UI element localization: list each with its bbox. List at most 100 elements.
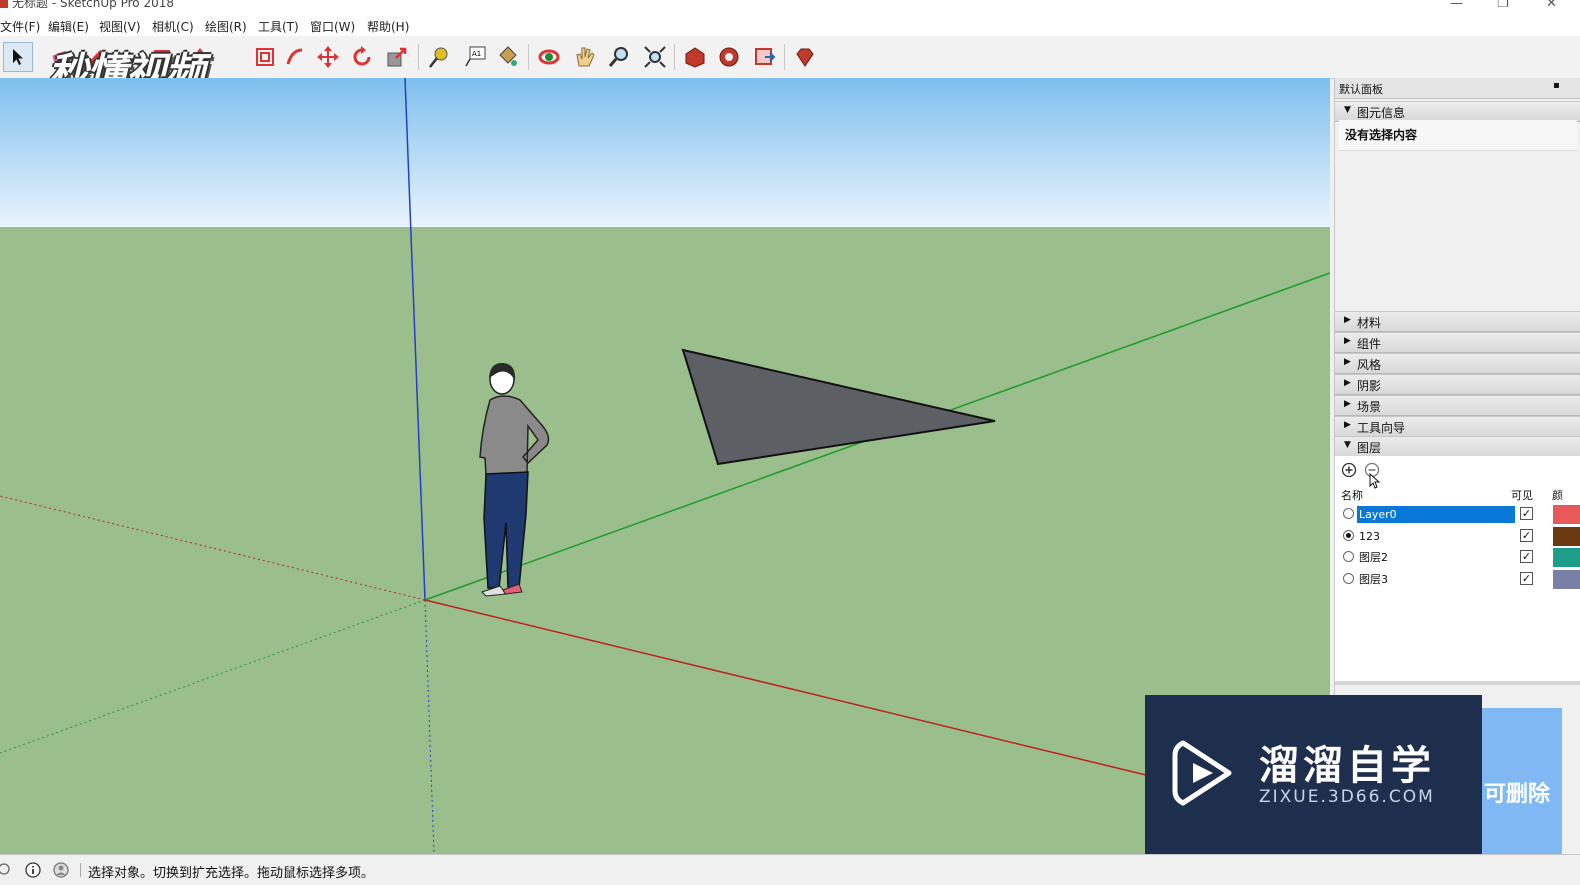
section-components[interactable]: ▶ 组件 <box>1335 332 1580 353</box>
zoom-tool-button[interactable] <box>604 42 634 72</box>
section-materials[interactable]: ▶ 材料 <box>1335 311 1580 332</box>
tray-title: 默认面板 <box>1339 83 1383 96</box>
menu-draw[interactable]: 绘图(R) <box>205 18 247 35</box>
layer-row[interactable]: 图层3 ✓ <box>1335 569 1580 590</box>
layer-name[interactable]: Layer0 <box>1357 506 1515 523</box>
status-separator <box>80 863 81 877</box>
credits-info-icon[interactable] <box>25 861 43 879</box>
zoom-extents-tool-button[interactable] <box>640 42 670 72</box>
status-message: 选择对象。切换到扩充选择。拖动鼠标选择多项。 <box>88 866 375 881</box>
expand-triangle-icon: ▶ <box>1344 399 1351 409</box>
sketchup-app-icon <box>0 0 8 8</box>
rotate-tool-button[interactable] <box>347 42 377 72</box>
orbit-tool-button[interactable] <box>534 42 564 72</box>
active-layer-radio[interactable] <box>1343 508 1354 519</box>
layer-color-swatch[interactable] <box>1553 526 1580 546</box>
follow-me-tool-button[interactable] <box>280 42 310 72</box>
menu-window[interactable]: 窗口(W) <box>310 18 355 35</box>
orbit-icon <box>538 49 560 65</box>
collapse-triangle-icon: ▼ <box>1344 440 1351 450</box>
pan-tool-button[interactable] <box>570 42 600 72</box>
send-to-layout-button[interactable] <box>750 42 780 72</box>
geo-location-icon[interactable] <box>0 861 14 879</box>
active-layer-radio[interactable] <box>1343 529 1354 541</box>
move-tool-button[interactable] <box>313 42 343 72</box>
svg-text:A1: A1 <box>472 50 481 58</box>
section-styles[interactable]: ▶ 风格 <box>1335 353 1580 374</box>
toolbar-separator <box>528 44 529 70</box>
panel-splitter[interactable] <box>1335 681 1580 685</box>
layer-color-swatch[interactable] <box>1553 505 1580 524</box>
layer-name[interactable]: 图层2 <box>1357 549 1515 566</box>
dimension-text-icon: A1 <box>465 46 486 67</box>
paint-bucket-icon <box>499 46 517 66</box>
section-label: 工具向导 <box>1357 421 1406 435</box>
user-account-icon[interactable] <box>53 861 71 879</box>
add-layer-icon[interactable] <box>1341 462 1357 478</box>
visible-checkbox[interactable]: ✓ <box>1520 550 1533 563</box>
window-title: 无标题 - SketchUp Pro 2018 <box>12 0 174 10</box>
expand-triangle-icon: ▶ <box>1344 420 1351 430</box>
model-canvas[interactable] <box>0 78 1330 854</box>
entity-info-content: 没有选择内容 <box>1339 120 1577 151</box>
menu-edit[interactable]: 编辑(E) <box>48 18 89 35</box>
visible-checkbox[interactable]: ✓ <box>1520 507 1533 520</box>
section-entity-info[interactable]: ▼ 图元信息 <box>1335 101 1580 122</box>
scale-tool-button[interactable] <box>382 42 412 72</box>
ground <box>0 227 1330 854</box>
arrow-cursor-icon <box>13 49 23 65</box>
layers-col-name: 名称 <box>1341 489 1363 502</box>
layer-name[interactable]: 123 <box>1357 528 1515 545</box>
logo-title: 溜溜自学 <box>1259 743 1435 789</box>
extension-warehouse-icon <box>719 47 739 67</box>
layer-color-swatch[interactable] <box>1553 548 1580 567</box>
minimize-icon[interactable]: — <box>1450 0 1463 11</box>
section-instructor[interactable]: ▶ 工具向导 <box>1335 416 1580 437</box>
section-label: 场景 <box>1357 400 1382 414</box>
toolbar-separator <box>784 44 785 70</box>
ruby-gem-icon <box>796 48 814 67</box>
title-bar: 无标题 - SketchUp Pro 2018 — ❐ ✕ <box>0 0 1580 14</box>
3d-warehouse-button[interactable] <box>680 42 710 72</box>
dimension-tool-button[interactable]: A1 <box>460 42 490 72</box>
no-selection-text: 没有选择内容 <box>1345 128 1418 142</box>
tape-measure-tool-button[interactable] <box>424 42 454 72</box>
maximize-icon[interactable]: ❐ <box>1497 0 1509 11</box>
extension-manager-button[interactable] <box>790 42 820 72</box>
menu-tools[interactable]: 工具(T) <box>258 18 299 35</box>
visible-checkbox[interactable]: ✓ <box>1520 571 1533 585</box>
expand-triangle-icon: ▶ <box>1344 378 1351 388</box>
3d-viewport[interactable] <box>0 78 1330 854</box>
layer-row[interactable]: 图层2 ✓ <box>1335 547 1580 568</box>
main-toolbar: A1 <box>0 36 1580 79</box>
section-label: 风格 <box>1357 358 1382 372</box>
menu-view[interactable]: 视图(V) <box>99 18 141 35</box>
layer-row[interactable]: 123 ✓ <box>1335 526 1580 547</box>
pan-hand-icon <box>576 47 595 67</box>
brand-logo-overlay: 溜溜自学 ZIXUE.3D66.COM <box>1145 695 1482 854</box>
layers-col-color: 颜 <box>1552 489 1563 502</box>
layer-name[interactable]: 图层3 <box>1357 571 1515 588</box>
scale-icon <box>387 47 407 67</box>
active-layer-radio[interactable] <box>1343 551 1354 562</box>
layer-color-swatch[interactable] <box>1553 569 1580 589</box>
menu-bar: 文件(F) 编辑(E) 视图(V) 相机(C) 绘图(R) 工具(T) 窗口(W… <box>0 14 1580 36</box>
paint-bucket-tool-button[interactable] <box>492 42 522 72</box>
collapse-triangle-icon: ▼ <box>1344 105 1351 115</box>
menu-help[interactable]: 帮助(H) <box>367 18 409 35</box>
section-shadows[interactable]: ▶ 阴影 <box>1335 374 1580 395</box>
section-layers[interactable]: ▼ 图层 <box>1335 436 1580 457</box>
menu-camera[interactable]: 相机(C) <box>152 18 194 35</box>
pin-icon[interactable]: ▪ <box>1553 80 1560 91</box>
extension-warehouse-button[interactable] <box>714 42 744 72</box>
layer-row[interactable]: Layer0 ✓ <box>1335 504 1580 525</box>
menu-file[interactable]: 文件(F) <box>0 18 40 35</box>
select-tool-button[interactable] <box>3 42 33 72</box>
offset-tool-button[interactable] <box>250 42 280 72</box>
follow-me-icon <box>286 48 303 65</box>
status-bar: 选择对象。切换到扩充选择。拖动鼠标选择多项。 <box>0 854 1580 885</box>
section-scenes[interactable]: ▶ 场景 <box>1335 395 1580 416</box>
close-icon[interactable]: ✕ <box>1546 0 1557 11</box>
active-layer-radio[interactable] <box>1343 572 1354 584</box>
visible-checkbox[interactable]: ✓ <box>1520 528 1533 542</box>
